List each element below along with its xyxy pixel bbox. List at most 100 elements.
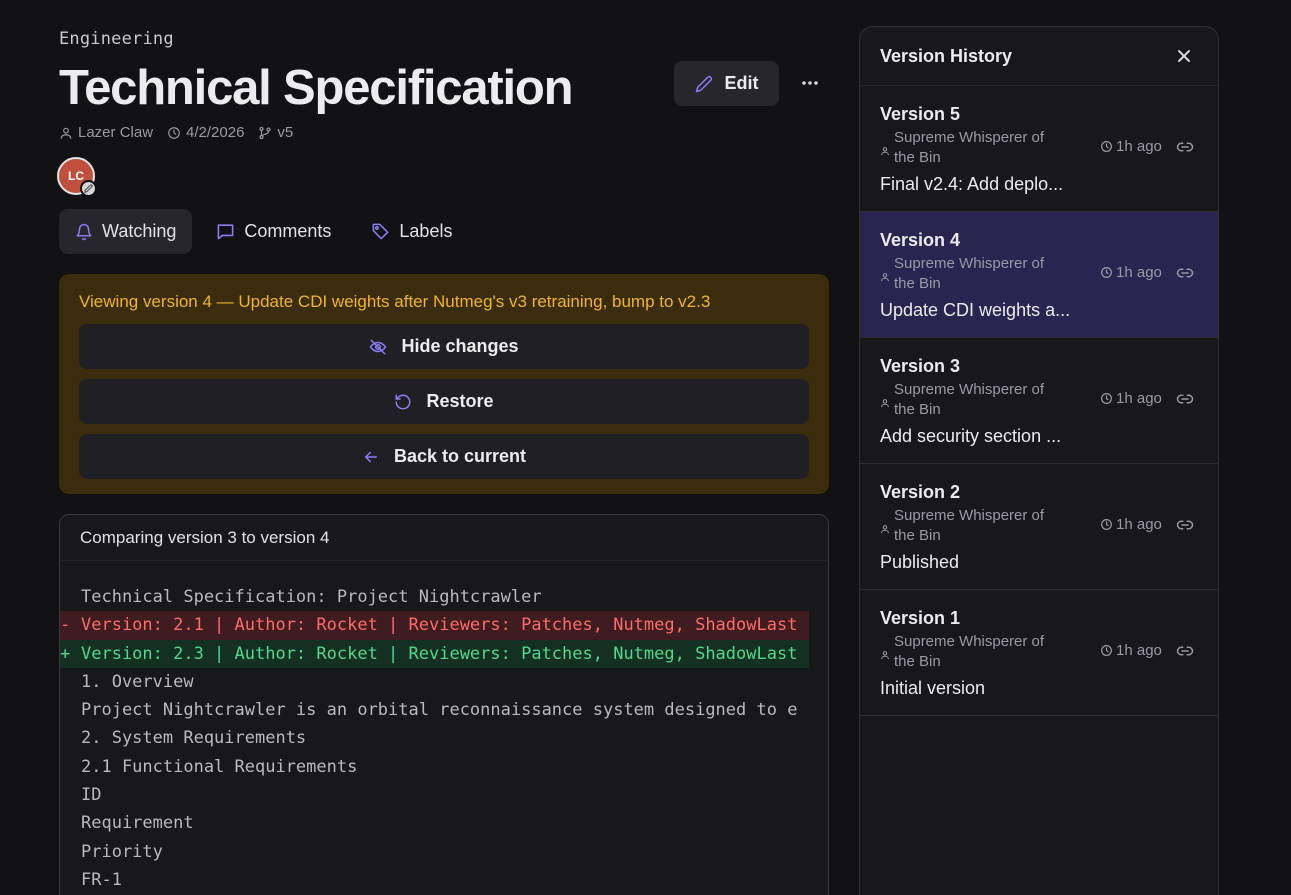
version-title: Version 4 — [880, 230, 961, 250]
diff-line: Technical Specification: Project Nightcr… — [60, 583, 828, 611]
close-button[interactable] — [1170, 42, 1198, 70]
diff-line: Priority — [60, 838, 828, 866]
version-author-text: Supreme Whisperer of the Bin — [894, 633, 1045, 670]
diff-line: Requirement — [60, 809, 828, 837]
diff-line-prefix — [60, 696, 81, 724]
version-description: Add security section ... — [880, 426, 1062, 446]
hide-changes-label: Hide changes — [401, 336, 519, 356]
version-time: 1h ago — [1100, 264, 1162, 281]
version-author: Supreme Whisperer of the Bin — [880, 128, 1070, 168]
back-to-current-button[interactable]: Back to current — [79, 434, 809, 479]
document-tabs: Watching Comments Labels — [59, 209, 468, 254]
diff-line-prefix — [60, 724, 81, 752]
diff-line-text: ID — [81, 785, 102, 806]
tab-labels[interactable]: Labels — [355, 209, 468, 254]
version-history-panel: Version History Version 5 Supreme Whisper… — [859, 26, 1219, 895]
diff-line: Project Nightcrawler is an orbital recon… — [60, 696, 828, 724]
avatar[interactable]: LC — [57, 157, 97, 197]
clock-icon — [1100, 644, 1113, 657]
version-item[interactable]: Version 2 Supreme Whisperer of the Bin 1h … — [860, 464, 1218, 590]
pencil-icon — [695, 75, 712, 92]
copy-link-button[interactable] — [1174, 641, 1196, 661]
version-author: Supreme Whisperer of the Bin — [880, 506, 1070, 546]
diff-line: FR-1 — [60, 866, 828, 894]
version-title: Version 2 — [880, 482, 961, 502]
more-options-button[interactable] — [792, 65, 828, 101]
edit-button-label: Edit — [724, 73, 759, 93]
copy-link-button[interactable] — [1174, 263, 1196, 283]
back-to-current-label: Back to current — [393, 446, 527, 466]
user-icon — [880, 398, 890, 408]
clock-icon — [1100, 266, 1113, 279]
breadcrumb[interactable]: Engineering — [59, 29, 174, 49]
meta-author: Lazer Claw — [59, 124, 153, 141]
version-item[interactable]: Version 5 Supreme Whisperer of the Bin 1h … — [860, 86, 1218, 212]
tab-comments[interactable]: Comments — [200, 209, 347, 254]
version-time-text: 1h ago — [1116, 138, 1162, 155]
copy-link-button[interactable] — [1174, 389, 1196, 409]
diff-line-text: Version: 2.3 | Author: Rocket | Reviewer… — [81, 643, 798, 664]
version-time-text: 1h ago — [1116, 516, 1162, 533]
diff-line: 2.1 Functional Requirements — [60, 753, 828, 781]
restore-button[interactable]: Restore — [79, 379, 809, 424]
diff-line-prefix: - — [60, 615, 71, 636]
diff-line-text: 2.1 Functional Requirements — [81, 756, 358, 777]
main-content: Engineering Technical Specification Edit… — [57, 0, 829, 895]
version-time: 1h ago — [1100, 138, 1162, 155]
restore-icon — [395, 394, 411, 409]
version-author-text: Supreme Whisperer of the Bin — [894, 381, 1045, 418]
version-author-text: Supreme Whisperer of the Bin — [894, 255, 1045, 292]
clock-icon — [1100, 518, 1113, 531]
version-time-text: 1h ago — [1116, 642, 1162, 659]
diff-panel: Comparing version 3 to version 4 Technic… — [59, 514, 829, 895]
close-icon — [1178, 50, 1190, 62]
edit-button[interactable]: Edit — [674, 61, 779, 106]
tab-watching[interactable]: Watching — [59, 209, 193, 254]
diff-line: 2. System Requirements — [60, 724, 828, 752]
version-author-text: Supreme Whisperer of the Bin — [894, 507, 1045, 544]
meta-version: v5 — [258, 124, 293, 141]
user-icon — [880, 272, 890, 282]
diff-line: 1. Overview — [60, 668, 828, 696]
diff-header: Comparing version 3 to version 4 — [60, 515, 828, 561]
diff-line-text: Project Nightcrawler is an orbital recon… — [81, 700, 798, 721]
user-icon — [880, 524, 890, 534]
tag-icon — [372, 223, 389, 240]
diff-line-prefix — [60, 753, 81, 781]
meta-date-text: 4/2/2026 — [186, 124, 245, 141]
diff-line-prefix — [60, 668, 81, 696]
version-item[interactable]: Version 3 Supreme Whisperer of the Bin 1h … — [860, 338, 1218, 464]
version-description: Final v2.4: Add deplo... — [880, 174, 1064, 194]
diff-body[interactable]: Technical Specification: Project Nightcr… — [60, 561, 828, 894]
avatar-edit-badge — [80, 180, 97, 197]
meta-author-text: Lazer Claw — [78, 124, 154, 141]
version-history-header: Version History — [860, 27, 1218, 86]
diff-line-text: FR-1 — [81, 869, 122, 890]
copy-link-button[interactable] — [1174, 515, 1196, 535]
version-history-title: Version History — [880, 45, 1013, 66]
clock-icon — [1100, 140, 1113, 153]
diff-line-removed: - Version: 2.1 | Author: Rocket | Reviewe… — [60, 611, 809, 640]
link-icon — [1176, 390, 1194, 408]
diff-line-prefix — [60, 583, 81, 611]
hide-changes-button[interactable]: Hide changes — [79, 324, 809, 369]
pencil-icon — [84, 184, 93, 193]
version-author-text: Supreme Whisperer of the Bin — [894, 129, 1045, 166]
diff-line-prefix — [60, 781, 81, 809]
version-item[interactable]: Version 1 Supreme Whisperer of the Bin 1h … — [860, 590, 1218, 716]
version-view-banner: Viewing version 4 — Update CDI weights a… — [59, 274, 829, 494]
version-time: 1h ago — [1100, 642, 1162, 659]
bell-icon — [76, 223, 92, 240]
copy-link-button[interactable] — [1174, 137, 1196, 157]
version-description: Initial version — [880, 678, 986, 698]
meta-version-text: v5 — [277, 124, 294, 141]
version-item[interactable]: Version 4 Supreme Whisperer of the Bin 1h … — [860, 212, 1218, 338]
diff-line-prefix — [60, 866, 81, 894]
version-author: Supreme Whisperer of the Bin — [880, 380, 1070, 420]
version-time-text: 1h ago — [1116, 390, 1162, 407]
diff-line-text: Technical Specification: Project Nightcr… — [81, 587, 542, 607]
restore-label: Restore — [426, 391, 494, 411]
clock-icon — [168, 126, 180, 139]
diff-line: ID — [60, 781, 828, 809]
user-icon — [60, 127, 72, 139]
